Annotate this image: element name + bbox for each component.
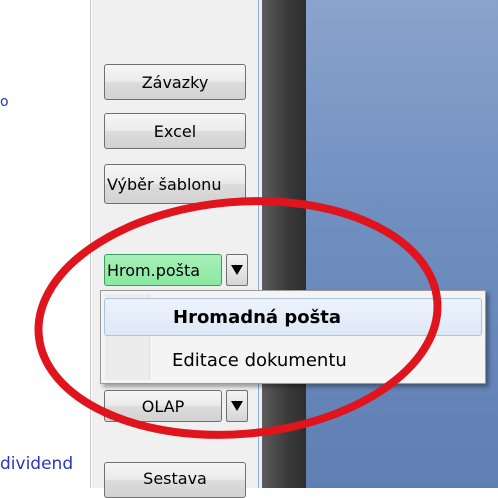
menu-item-label: Editace dokumentu — [172, 349, 347, 371]
menu-item-hromadna-posta[interactable]: Hromadná pošta — [104, 298, 482, 336]
window-edge — [262, 0, 306, 488]
zavazky-button[interactable]: Závazky — [104, 64, 246, 100]
desktop-background — [306, 0, 498, 488]
vyber-sablonu-button[interactable]: Výběr šablonu — [104, 164, 246, 204]
context-menu: Hromadná pošta Editace dokumentu — [100, 290, 486, 384]
excel-button[interactable]: Excel — [104, 113, 246, 149]
chevron-down-icon — [231, 265, 243, 275]
olap-button[interactable]: OLAP — [104, 390, 222, 422]
menu-item-editace-dokumentu[interactable]: Editace dokumentu — [104, 341, 482, 379]
olap-dropdown-button[interactable] — [226, 390, 248, 422]
link-fragment[interactable]: o — [0, 94, 9, 110]
dividend-link[interactable]: dividend — [0, 454, 73, 474]
left-panel: o dividend — [0, 0, 92, 488]
hrom-posta-button[interactable]: Hrom.pošta — [104, 254, 222, 286]
divider — [90, 0, 91, 488]
hrom-posta-dropdown-button[interactable] — [226, 254, 248, 286]
sestava-button[interactable]: Sestava — [104, 462, 246, 498]
chevron-down-icon — [231, 401, 243, 411]
divider — [258, 0, 259, 488]
menu-item-label: Hromadná pošta — [173, 306, 342, 328]
